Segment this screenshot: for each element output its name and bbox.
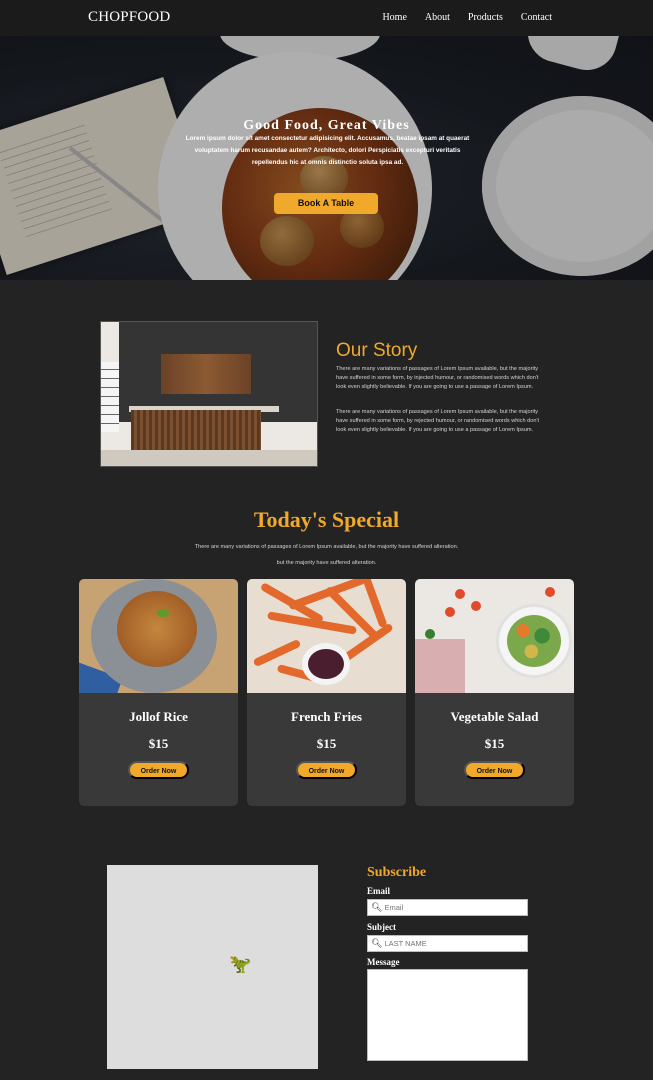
nav-link-home[interactable]: Home	[382, 12, 406, 23]
hero-banner: Good Food, Great Vibes Lorem ipsum dolor…	[0, 36, 653, 280]
dinosaur-icon: 🦖	[229, 954, 252, 975]
product-name: Vegetable Salad	[450, 709, 539, 724]
order-now-button[interactable]: Order Now	[128, 761, 189, 779]
nav-link-about[interactable]: About	[425, 12, 450, 23]
subscribe-title: Subscribe	[367, 865, 427, 880]
order-now-button[interactable]: Order Now	[464, 761, 525, 779]
order-now-button[interactable]: Order Now	[296, 761, 357, 779]
story-paragraph: There are many variations of passages of…	[336, 409, 540, 433]
search-icon: 🔍︎	[371, 938, 383, 949]
nav-link-products[interactable]: Products	[468, 12, 503, 23]
vegetable-salad-image	[415, 579, 574, 693]
story-kitchen-image	[100, 321, 318, 467]
story-paragraph: There are many variations of passages of…	[336, 366, 539, 390]
nav-link-contact[interactable]: Contact	[521, 12, 552, 23]
email-label: Email	[367, 886, 391, 896]
special-title: Today's Special	[253, 507, 400, 532]
product-card-french-fries: French Fries $15 Order Now	[247, 579, 406, 806]
product-price: $15	[484, 736, 505, 751]
search-icon: 🔍︎	[371, 902, 383, 913]
product-price: $15	[316, 736, 337, 751]
email-input[interactable]	[384, 903, 525, 912]
message-textarea[interactable]	[367, 969, 528, 1061]
subject-field[interactable]: 🔍︎	[367, 935, 528, 952]
hero-title: Good Food, Great Vibes	[243, 118, 410, 133]
special-subtitle: but the majority have suffered alteratio…	[276, 560, 377, 566]
nav-links: Home About Products Contact	[382, 12, 552, 23]
email-field[interactable]: 🔍︎	[367, 899, 528, 916]
book-table-button[interactable]: Book A Table	[274, 193, 378, 214]
message-label: Message	[367, 957, 400, 967]
french-fries-image	[247, 579, 406, 693]
product-price: $15	[148, 736, 169, 751]
subject-label: Subject	[367, 922, 396, 932]
story-title: Our Story	[336, 340, 418, 361]
subject-input[interactable]	[384, 939, 525, 948]
navbar: CHOPFOOD Home About Products Contact	[0, 0, 653, 36]
product-card-jollof-rice: Jollof Rice $15 Order Now	[79, 579, 238, 806]
hero-text: Lorem ipsum dolor sit amet consectetur a…	[185, 135, 470, 166]
map-placeholder: 🦖	[107, 865, 318, 1069]
special-subtitle: There are many variations of passages of…	[194, 544, 459, 550]
product-name: Jollof Rice	[129, 709, 188, 724]
product-card-vegetable-salad: Vegetable Salad $15 Order Now	[415, 579, 574, 806]
product-name: French Fries	[291, 709, 362, 724]
brand-logo[interactable]: CHOPFOOD	[88, 9, 170, 26]
jollof-rice-image	[79, 579, 238, 693]
